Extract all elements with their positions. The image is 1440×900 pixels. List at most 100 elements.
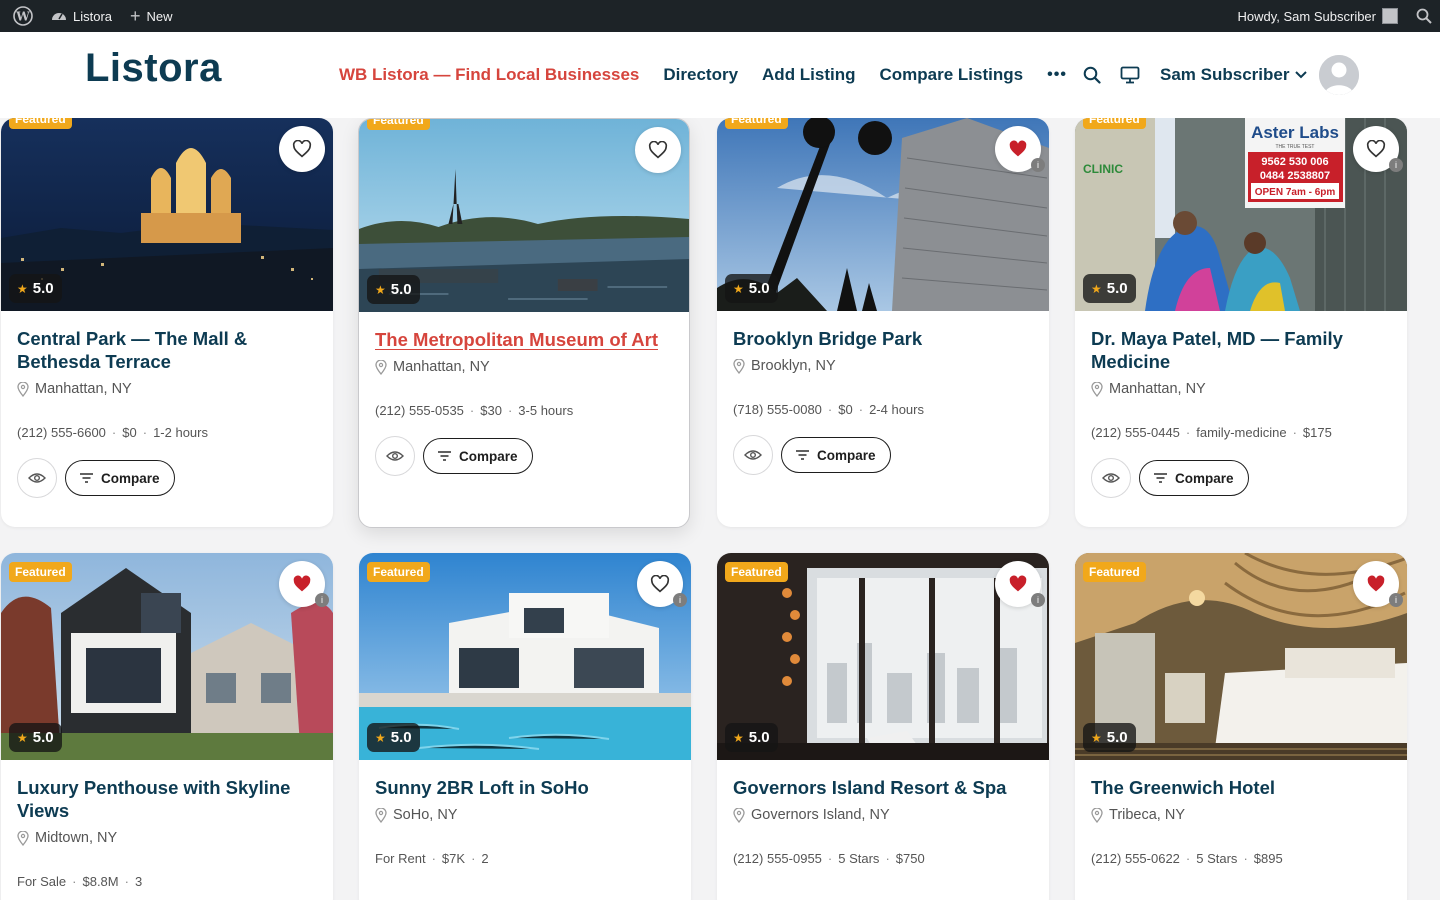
admin-account-menu[interactable]: Howdy, Sam Subscriber xyxy=(1229,0,1407,32)
meta-phone: (212) 555-0445 xyxy=(1091,425,1180,440)
nav-item-directory[interactable]: Directory xyxy=(663,65,738,85)
map-pin-icon xyxy=(375,359,387,375)
quick-view-button[interactable] xyxy=(17,458,57,498)
rating-badge: ★ 5.0 xyxy=(367,275,420,304)
listing-image[interactable]: Featured ★ 5.0 xyxy=(359,119,689,312)
rating-badge: ★ 5.0 xyxy=(1083,274,1136,303)
user-menu-name[interactable]: Sam Subscriber xyxy=(1160,65,1289,85)
search-icon[interactable] xyxy=(1082,65,1102,85)
rating-badge: ★ 5.0 xyxy=(725,723,778,752)
listing-title[interactable]: The Metropolitan Museum of Art xyxy=(375,328,673,351)
site-logo[interactable]: Listora xyxy=(85,46,222,91)
meta-phone: (212) 555-6600 xyxy=(17,425,106,440)
listing-card[interactable]: Featured ★ 5.0 The Metropolitan Museum of… xyxy=(358,118,690,528)
favorite-button[interactable] xyxy=(635,127,681,173)
location-text: Tribeca, NY xyxy=(1109,807,1186,823)
listing-image[interactable]: Featured i ★ 5.0 xyxy=(717,118,1049,311)
star-icon: ★ xyxy=(733,730,744,745)
chevron-down-icon[interactable] xyxy=(1295,66,1308,84)
listing-image[interactable]: Aster Labs THE TRUE TEST 9562 530 006 04… xyxy=(1075,118,1407,311)
listing-image[interactable]: Featured i ★ 5.0 xyxy=(359,553,691,760)
site-header: Listora WB Listora — Find Local Business… xyxy=(0,32,1440,118)
listing-image[interactable]: Featured ★ 5.0 xyxy=(1,118,333,311)
listing-title[interactable]: Brooklyn Bridge Park xyxy=(733,327,1033,350)
listing-location: Manhattan, NY xyxy=(1091,381,1391,397)
listing-title[interactable]: Sunny 2BR Loft in SoHo xyxy=(375,776,675,799)
dashboard-monitor-icon[interactable] xyxy=(1120,65,1140,85)
listing-image[interactable]: Featured i ★ 5.0 xyxy=(1075,553,1407,760)
location-text: Brooklyn, NY xyxy=(751,358,836,374)
favorite-button[interactable] xyxy=(279,126,325,172)
featured-badge: Featured xyxy=(725,562,788,582)
quick-view-button[interactable] xyxy=(375,436,415,476)
listing-card[interactable]: Featured i ★ 5.0 Sunny 2BR Loft in SoHo S… xyxy=(359,553,691,900)
listing-title[interactable]: Governors Island Resort & Spa xyxy=(733,776,1033,799)
admin-new-button[interactable]: + New xyxy=(121,0,182,32)
listing-title[interactable]: Dr. Maya Patel, MD — Family Medicine xyxy=(1091,327,1391,373)
dashboard-icon xyxy=(51,8,67,25)
heart-filled-icon xyxy=(1009,140,1027,157)
meta-price: $7K xyxy=(441,851,466,866)
map-pin-icon xyxy=(733,358,745,374)
quick-view-button[interactable] xyxy=(1091,458,1131,498)
rating-value: 5.0 xyxy=(32,280,54,297)
meta-price: $0 xyxy=(838,402,853,417)
admin-avatar xyxy=(1382,8,1398,24)
meta-specialty: family-medicine xyxy=(1196,425,1287,440)
listing-title[interactable]: Central Park — The Mall & Bethesda Terra… xyxy=(17,327,317,373)
listing-meta: For Sale · $8.8M · 3 xyxy=(17,874,143,889)
info-badge-icon: i xyxy=(673,593,687,607)
heart-outline-icon xyxy=(1366,140,1386,158)
star-icon: ★ xyxy=(17,281,28,296)
rating-badge: ★ 5.0 xyxy=(9,723,62,752)
compare-button[interactable]: Compare xyxy=(781,437,891,473)
featured-badge: Featured xyxy=(367,119,430,130)
featured-badge: Featured xyxy=(367,562,430,582)
eye-icon xyxy=(386,451,404,461)
nav-item-compare-listings[interactable]: Compare Listings xyxy=(880,65,1024,85)
admin-site-link[interactable]: Listora xyxy=(42,0,121,32)
rating-value: 5.0 xyxy=(32,729,54,746)
listing-image[interactable]: Featured i ★ 5.0 xyxy=(1,553,333,760)
rating-badge: ★ 5.0 xyxy=(725,274,778,303)
star-icon: ★ xyxy=(17,730,28,745)
compare-label: Compare xyxy=(101,470,160,486)
listing-image[interactable]: Featured i ★ 5.0 xyxy=(717,553,1049,760)
admin-search-icon[interactable] xyxy=(1407,0,1440,32)
info-badge-icon: i xyxy=(1389,158,1403,172)
quick-view-button[interactable] xyxy=(733,435,773,475)
rating-value: 5.0 xyxy=(1106,729,1128,746)
listing-card[interactable]: Featured i ★ 5.0 Brooklyn Bridge Park Bro… xyxy=(717,118,1049,527)
user-avatar[interactable] xyxy=(1319,55,1360,95)
featured-badge: Featured xyxy=(1083,562,1146,582)
nav-item-home[interactable]: WB Listora — Find Local Businesses xyxy=(339,65,639,85)
signage-open: OPEN 7am - 6pm xyxy=(1255,187,1336,198)
rating-badge: ★ 5.0 xyxy=(9,274,62,303)
listing-card[interactable]: Aster Labs THE TRUE TEST 9562 530 006 04… xyxy=(1075,118,1407,527)
listing-card[interactable]: Featured i ★ 5.0 Governors Island Resort … xyxy=(717,553,1049,900)
compare-label: Compare xyxy=(459,448,518,464)
listing-card[interactable]: Featured i ★ 5.0 The Greenwich Hotel Trib… xyxy=(1075,553,1407,900)
location-text: Manhattan, NY xyxy=(1109,381,1206,397)
star-icon: ★ xyxy=(375,282,386,297)
listing-title[interactable]: Luxury Penthouse with Skyline Views xyxy=(17,776,317,822)
listing-location: Manhattan, NY xyxy=(17,381,317,397)
compare-button[interactable]: Compare xyxy=(423,438,533,474)
meta-bedrooms: 3 xyxy=(134,874,143,889)
meta-price: $175 xyxy=(1302,425,1332,440)
wordpress-logo-icon[interactable]: W xyxy=(4,0,42,32)
listing-title[interactable]: The Greenwich Hotel xyxy=(1091,776,1391,799)
listing-location: Brooklyn, NY xyxy=(733,358,1033,374)
nav-item-add-listing[interactable]: Add Listing xyxy=(762,65,855,85)
featured-badge: Featured xyxy=(725,118,788,129)
compare-button[interactable]: Compare xyxy=(65,460,175,496)
listing-location: Tribeca, NY xyxy=(1091,807,1391,823)
compare-button[interactable]: Compare xyxy=(1139,460,1249,496)
meta-stars: 5 Stars xyxy=(838,851,880,866)
listing-card[interactable]: Featured ★ 5.0 Central Park — The Mall & … xyxy=(1,118,333,527)
nav-more-icon[interactable]: ••• xyxy=(1047,66,1067,84)
listing-location: SoHo, NY xyxy=(375,807,675,823)
listing-meta: For Rent · $7K · 2 xyxy=(375,851,489,866)
listing-card[interactable]: Featured i ★ 5.0 Luxury Penthouse with Sk… xyxy=(1,553,333,900)
meta-bedrooms: 2 xyxy=(481,851,489,866)
